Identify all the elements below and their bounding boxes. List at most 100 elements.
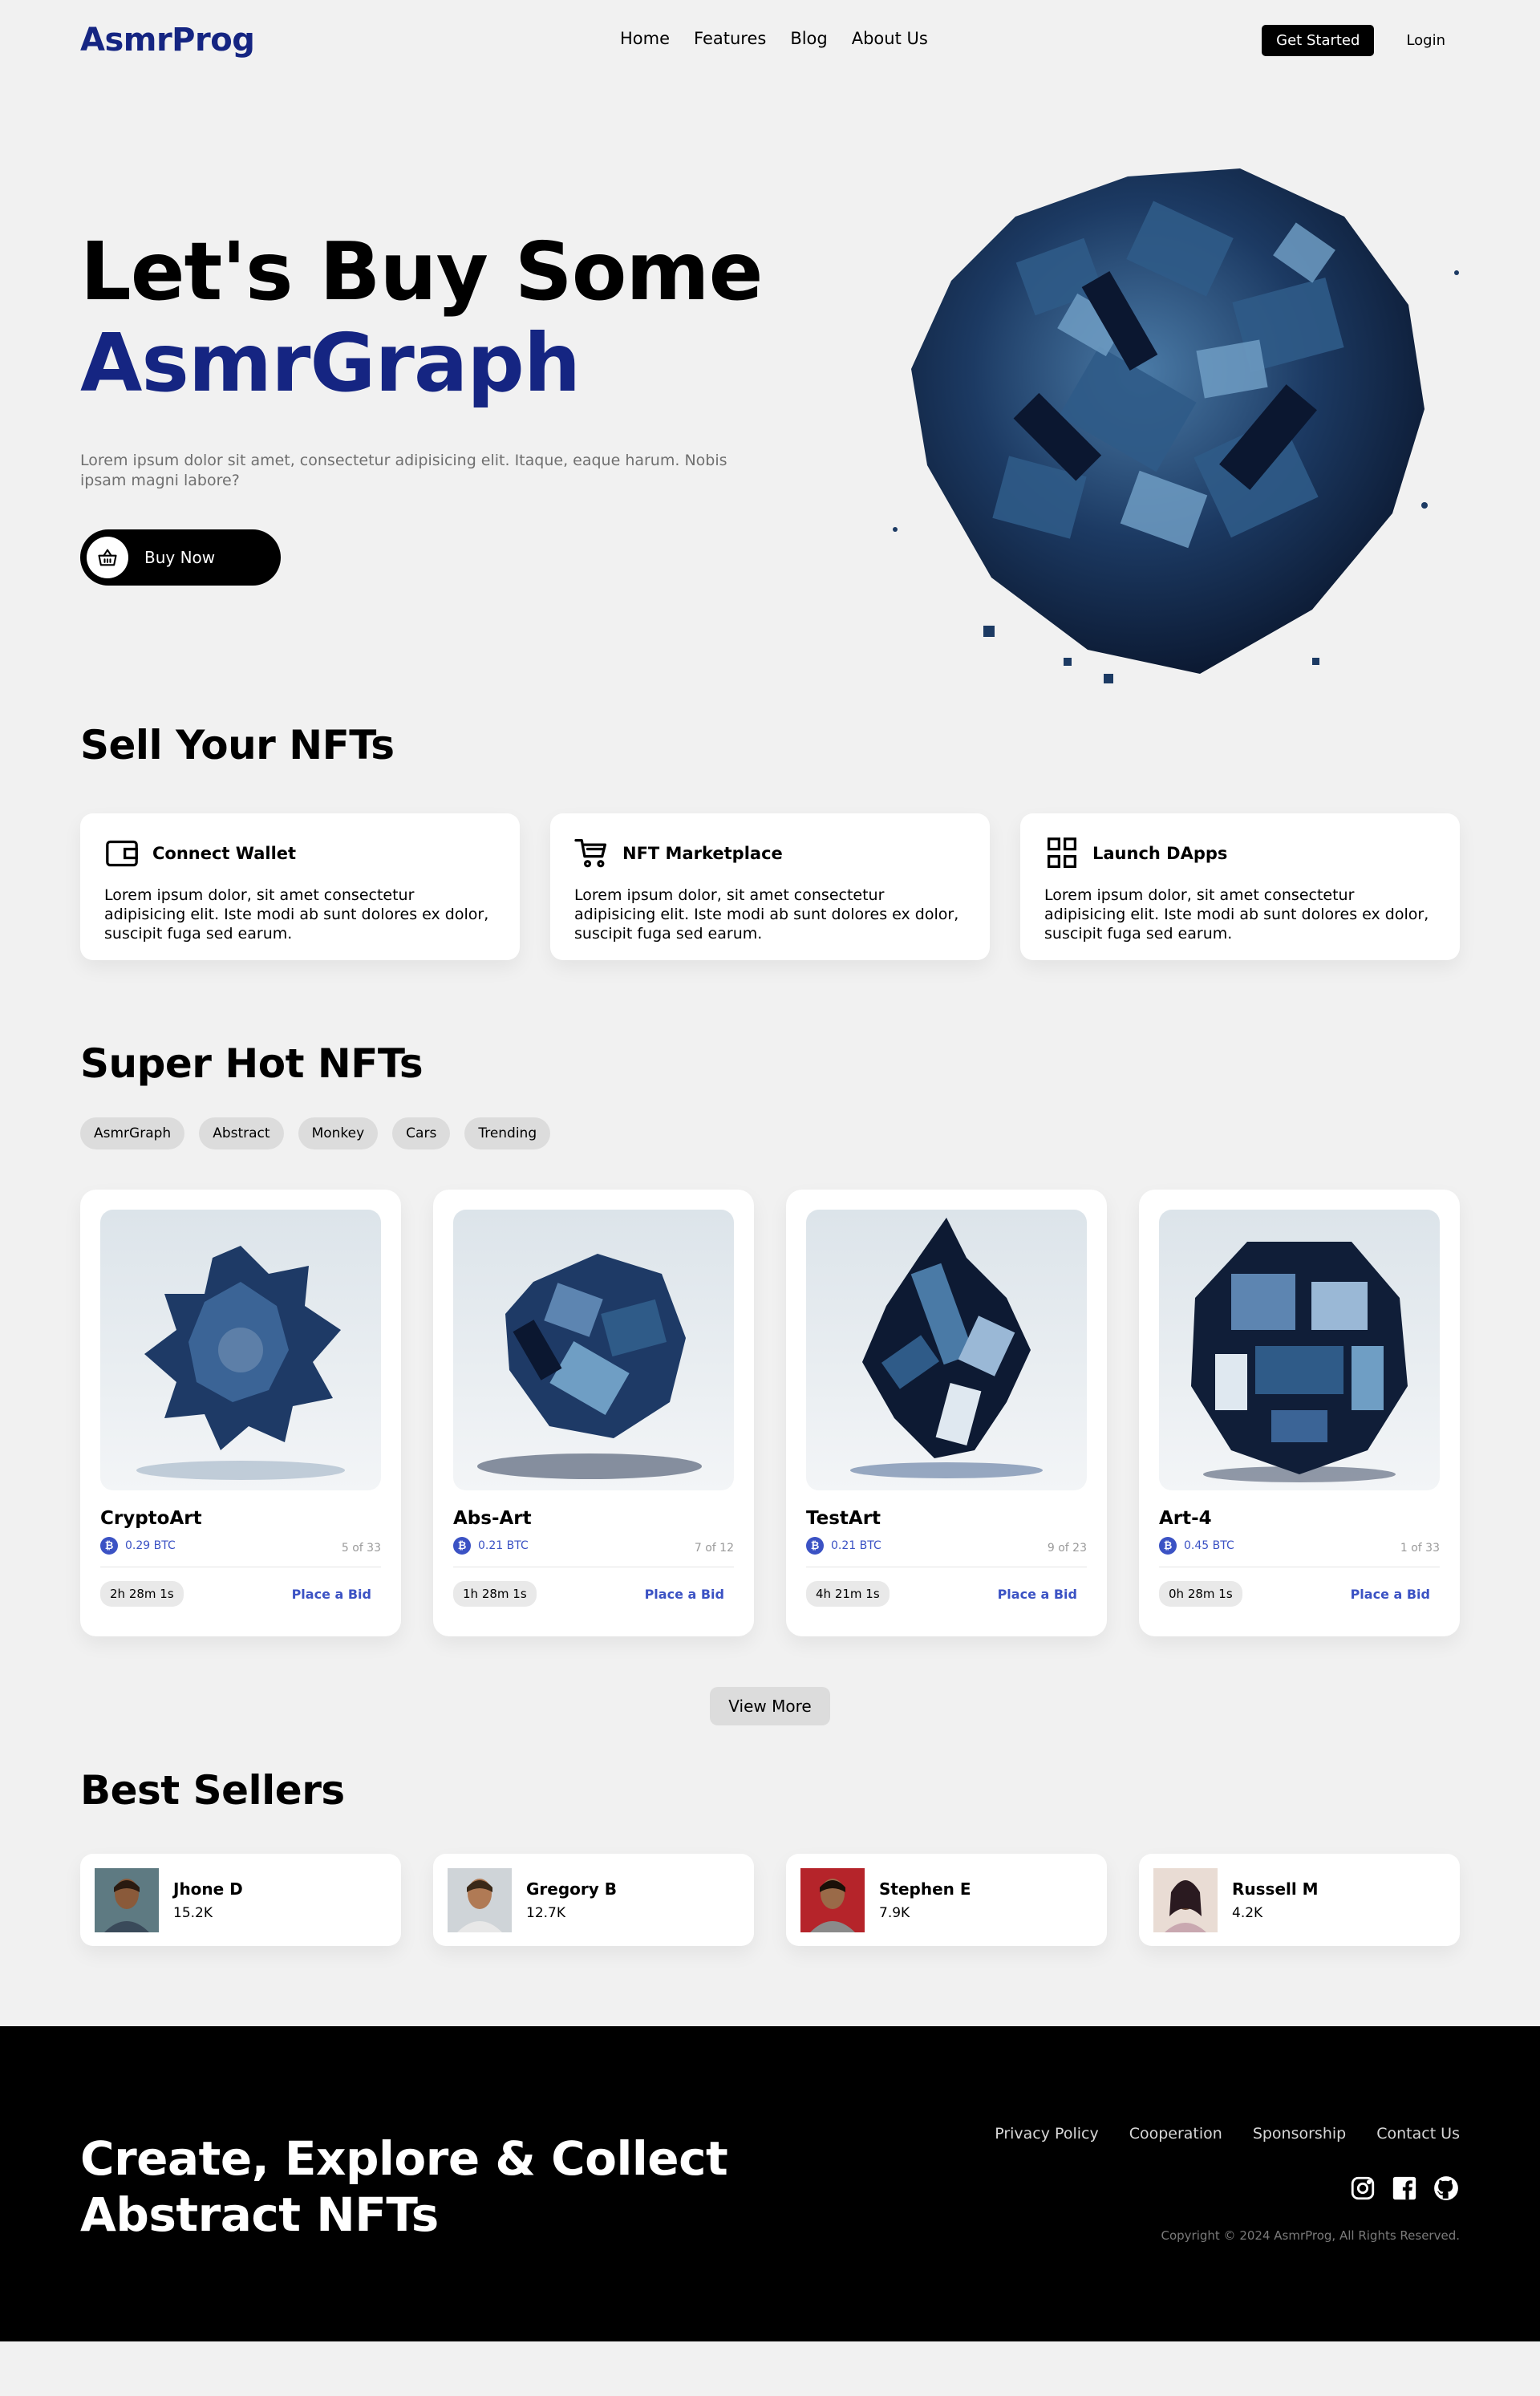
nft-meta: ₿ 0.29 BTC 5 of 33	[100, 1537, 381, 1555]
nft-image[interactable]	[100, 1210, 381, 1490]
nft-meta: ₿ 0.21 BTC 7 of 12	[453, 1537, 734, 1555]
place-bid-button[interactable]: Place a Bid	[292, 1587, 381, 1602]
sell-title: Sell Your NFTs	[80, 722, 395, 768]
place-bid-button[interactable]: Place a Bid	[645, 1587, 734, 1602]
nav-link-blog[interactable]: Blog	[790, 29, 827, 48]
facebook-icon[interactable]	[1391, 2175, 1418, 2202]
nft-price-value: 0.29 BTC	[125, 1539, 176, 1552]
wallet-icon	[106, 840, 138, 867]
seller-card[interactable]: Stephen E 7.9K	[786, 1854, 1107, 1946]
nft-meta: ₿ 0.21 BTC 9 of 23	[806, 1537, 1087, 1555]
nft-image[interactable]	[453, 1210, 734, 1490]
nft-edition: 1 of 33	[1400, 1542, 1440, 1555]
nft-price-value: 0.45 BTC	[1184, 1539, 1234, 1552]
cart-icon	[574, 839, 606, 868]
nft-footer: 1h 28m 1s Place a Bid	[453, 1581, 734, 1607]
tag-filter-list: AsmrGraph Abstract Monkey Cars Trending	[80, 1117, 1460, 1149]
avatar	[448, 1867, 512, 1932]
nft-timer: 2h 28m 1s	[100, 1581, 184, 1607]
seller-info: Stephen E 7.9K	[879, 1879, 971, 1921]
hero-title: Let's Buy Some AsmrGraph	[80, 225, 763, 410]
buy-now-button[interactable]: Buy Now	[80, 529, 281, 586]
nft-card[interactable]: Art-4 ₿ 0.45 BTC 1 of 33 0h 28m 1s Place…	[1139, 1190, 1460, 1636]
hot-title: Super Hot NFTs	[80, 1040, 424, 1087]
nft-footer: 4h 21m 1s Place a Bid	[806, 1581, 1087, 1607]
nft-footer: 0h 28m 1s Place a Bid	[1159, 1581, 1440, 1607]
place-bid-button[interactable]: Place a Bid	[1351, 1587, 1440, 1602]
feature-card-connect-wallet[interactable]: Connect Wallet Lorem ipsum dolor, sit am…	[80, 813, 520, 960]
nft-timer: 1h 28m 1s	[453, 1581, 537, 1607]
view-more-button[interactable]: View More	[710, 1687, 830, 1725]
nav-actions: Get Started Login	[1262, 24, 1460, 56]
nft-image[interactable]	[806, 1210, 1087, 1490]
seller-card[interactable]: Gregory B 12.7K	[433, 1854, 754, 1946]
footer-links: Privacy Policy Cooperation Sponsorship C…	[995, 2125, 1460, 2143]
footer-link-cooperation[interactable]: Cooperation	[1129, 2125, 1222, 2143]
copyright: Copyright © 2024 AsmrProg, All Rights Re…	[1161, 2228, 1460, 2243]
nft-card[interactable]: TestArt ₿ 0.21 BTC 9 of 23 4h 21m 1s Pla…	[786, 1190, 1107, 1636]
seller-info: Jhone D 15.2K	[173, 1879, 243, 1921]
nav-link-home[interactable]: Home	[620, 29, 670, 48]
tag-monkey[interactable]: Monkey	[298, 1117, 379, 1149]
nav-links: Home Features Blog About Us	[620, 29, 928, 48]
github-icon[interactable]	[1433, 2175, 1460, 2202]
nft-image[interactable]	[1159, 1210, 1440, 1490]
feature-title: NFT Marketplace	[622, 844, 783, 863]
login-button[interactable]: Login	[1406, 32, 1445, 49]
footer-title-line2: Abstract NFTs	[80, 2187, 439, 2242]
seller-name: Jhone D	[173, 1879, 243, 1899]
seller-list: Jhone D 15.2K Gregory B 12.7K Stephen E …	[80, 1854, 1460, 1946]
nft-name: Art-4	[1159, 1508, 1212, 1529]
tag-cars[interactable]: Cars	[392, 1117, 451, 1149]
feature-card-nft-marketplace[interactable]: NFT Marketplace Lorem ipsum dolor, sit a…	[550, 813, 990, 960]
seller-info: Russell M 4.2K	[1232, 1879, 1319, 1921]
seller-name: Russell M	[1232, 1879, 1319, 1899]
logo[interactable]: AsmrProg	[80, 22, 255, 59]
seller-card[interactable]: Jhone D 15.2K	[80, 1854, 401, 1946]
footer-title: Create, Explore & Collect Abstract NFTs	[80, 2130, 728, 2243]
nft-card-list: CryptoArt ₿ 0.29 BTC 5 of 33 2h 28m 1s P…	[80, 1190, 1460, 1636]
footer-link-contact[interactable]: Contact Us	[1376, 2125, 1460, 2143]
top-nav: AsmrProg Home Features Blog About Us Get…	[80, 0, 1460, 80]
nft-price: ₿ 0.29 BTC	[100, 1537, 176, 1555]
grid-icon	[1048, 837, 1076, 868]
nft-price: ₿ 0.21 BTC	[453, 1537, 529, 1555]
nft-price: ₿ 0.45 BTC	[1159, 1537, 1234, 1555]
get-started-button[interactable]: Get Started	[1262, 24, 1375, 56]
hero-title-line1: Let's Buy Some	[80, 225, 763, 318]
nft-card[interactable]: Abs-Art ₿ 0.21 BTC 7 of 12 1h 28m 1s Pla…	[433, 1190, 754, 1636]
nft-edition: 7 of 12	[694, 1542, 734, 1555]
tag-asmrgraph[interactable]: AsmrGraph	[80, 1117, 185, 1149]
seller-card[interactable]: Russell M 4.2K	[1139, 1854, 1460, 1946]
instagram-icon[interactable]	[1349, 2175, 1376, 2202]
hot-nfts-section: Super Hot NFTs AsmrGraph Abstract Monkey…	[80, 1040, 1460, 1725]
footer-link-privacy[interactable]: Privacy Policy	[995, 2125, 1098, 2143]
feature-card-launch-dapps[interactable]: Launch DApps Lorem ipsum dolor, sit amet…	[1020, 813, 1460, 960]
hero-title-line2: AsmrGraph	[80, 316, 581, 410]
avatar	[800, 1867, 865, 1932]
nft-price: ₿ 0.21 BTC	[806, 1537, 881, 1555]
bitcoin-icon: ₿	[806, 1537, 824, 1555]
seller-count: 12.7K	[526, 1904, 565, 1921]
nav-link-about[interactable]: About Us	[852, 29, 928, 48]
seller-name: Gregory B	[526, 1879, 618, 1899]
avatar	[95, 1867, 159, 1932]
bitcoin-icon: ₿	[1159, 1537, 1177, 1555]
sell-section: Sell Your NFTs Connect Wallet Lorem ipsu…	[80, 722, 1460, 960]
tag-abstract[interactable]: Abstract	[199, 1117, 284, 1149]
nft-edition: 5 of 33	[341, 1542, 381, 1555]
tag-trending[interactable]: Trending	[464, 1117, 551, 1149]
nft-card[interactable]: CryptoArt ₿ 0.29 BTC 5 of 33 2h 28m 1s P…	[80, 1190, 401, 1636]
footer-title-line1: Create, Explore & Collect	[80, 2131, 728, 2186]
hero-abstract-sphere-image	[893, 168, 1459, 683]
hero-section: Let's Buy Some AsmrGraph Lorem ipsum dol…	[80, 80, 1460, 722]
buy-now-label: Buy Now	[144, 548, 216, 567]
footer-link-sponsorship[interactable]: Sponsorship	[1253, 2125, 1346, 2143]
feature-text: Lorem ipsum dolor, sit amet consectetur …	[104, 886, 489, 943]
seller-info: Gregory B 12.7K	[526, 1879, 617, 1921]
bitcoin-icon: ₿	[100, 1537, 118, 1555]
place-bid-button[interactable]: Place a Bid	[998, 1587, 1087, 1602]
nav-link-features[interactable]: Features	[694, 29, 766, 48]
hero-description: Lorem ipsum dolor sit amet, consectetur …	[80, 452, 727, 489]
footer: Create, Explore & Collect Abstract NFTs …	[0, 2026, 1540, 2341]
